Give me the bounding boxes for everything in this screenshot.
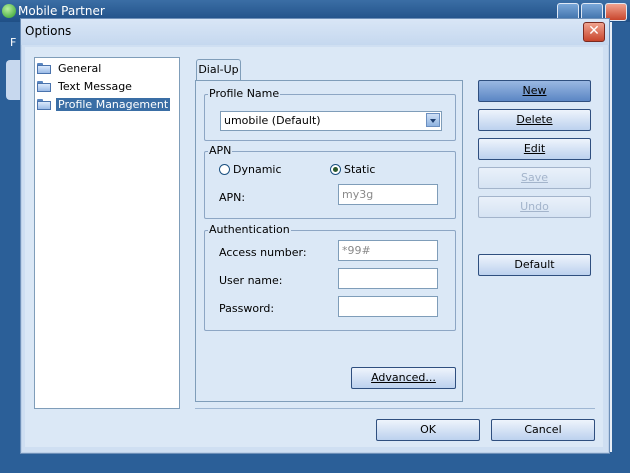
profile-select[interactable]: umobile (Default)	[220, 111, 442, 131]
advanced-button[interactable]: Advanced...	[351, 367, 456, 389]
dialog-titlebar[interactable]: Options ✕	[21, 19, 609, 45]
user-name-input[interactable]	[338, 268, 438, 289]
folder-icon	[37, 80, 51, 92]
tab-dial-up[interactable]: Dial-Up	[196, 59, 241, 80]
profile-name-group: Profile Name umobile (Default)	[204, 87, 456, 141]
authentication-legend: Authentication	[208, 223, 291, 236]
cancel-button[interactable]: Cancel	[491, 419, 595, 441]
cancel-button-label: Cancel	[524, 423, 562, 436]
apn-legend: APN	[208, 144, 233, 157]
delete-button[interactable]: Delete	[478, 109, 591, 131]
options-dialog: Options ✕ General Text Message Profile M…	[20, 18, 610, 454]
tree-item-label: Profile Management	[56, 97, 171, 111]
tree-item-label: Text Message	[58, 79, 132, 93]
background-menu-letter[interactable]: F	[10, 36, 16, 49]
footer-divider	[195, 408, 595, 409]
static-radio[interactable]: Static	[330, 163, 375, 176]
dynamic-radio[interactable]: Dynamic	[219, 163, 282, 176]
new-button[interactable]: New	[478, 80, 591, 102]
dynamic-radio-label: Dynamic	[233, 163, 282, 176]
save-button-label: Save	[520, 171, 548, 184]
user-name-label: User name:	[219, 274, 283, 287]
tree-item-profile-management[interactable]: Profile Management	[37, 96, 171, 112]
password-input[interactable]	[338, 296, 438, 317]
dialog-close-button[interactable]: ✕	[583, 22, 605, 42]
apn-group: APN Dynamic Static APN: my3g	[204, 144, 456, 219]
apn-label: APN:	[219, 191, 246, 204]
open-folder-icon	[37, 98, 51, 110]
chevron-down-icon[interactable]	[426, 113, 440, 127]
profile-name-legend: Profile Name	[208, 87, 281, 100]
dialog-body: General Text Message Profile Management …	[25, 47, 603, 447]
undo-button-label: Undo	[520, 200, 549, 213]
apn-input[interactable]: my3g	[338, 184, 438, 205]
background-window-title: Mobile Partner	[18, 4, 105, 18]
default-button-label: Default	[514, 258, 555, 271]
static-radio-label: Static	[344, 163, 376, 176]
background-side-button[interactable]	[6, 60, 20, 100]
close-icon: ✕	[588, 23, 600, 39]
tree-item-text-message[interactable]: Text Message	[37, 78, 134, 94]
options-tree[interactable]: General Text Message Profile Management	[34, 57, 180, 409]
default-button[interactable]: Default	[478, 254, 591, 276]
undo-button: Undo	[478, 196, 591, 218]
dialog-title: Options	[25, 24, 72, 38]
tree-item-general[interactable]: General	[37, 60, 103, 76]
authentication-group: Authentication Access number: *99# User …	[204, 223, 456, 331]
ok-button-label: OK	[420, 423, 436, 436]
new-button-label: New	[522, 84, 547, 97]
profile-select-value: umobile (Default)	[224, 114, 321, 127]
ok-button[interactable]: OK	[376, 419, 480, 441]
edit-button-label: Edit	[523, 142, 546, 155]
folder-icon	[37, 62, 51, 74]
dial-up-panel: Profile Name umobile (Default) APN Dynam…	[195, 80, 463, 402]
radio-checked-icon	[330, 164, 341, 175]
delete-button-label: Delete	[516, 113, 553, 126]
mobile-partner-app-icon	[2, 4, 16, 18]
save-button: Save	[478, 167, 591, 189]
access-number-label: Access number:	[219, 246, 307, 259]
tree-item-label: General	[58, 61, 102, 75]
advanced-button-label: Advanced...	[371, 371, 436, 384]
background-status-bar	[0, 452, 630, 473]
edit-button[interactable]: Edit	[478, 138, 591, 160]
password-label: Password:	[219, 302, 275, 315]
radio-icon	[219, 164, 230, 175]
access-number-input[interactable]: *99#	[338, 240, 438, 261]
background-right-panel	[612, 22, 630, 473]
